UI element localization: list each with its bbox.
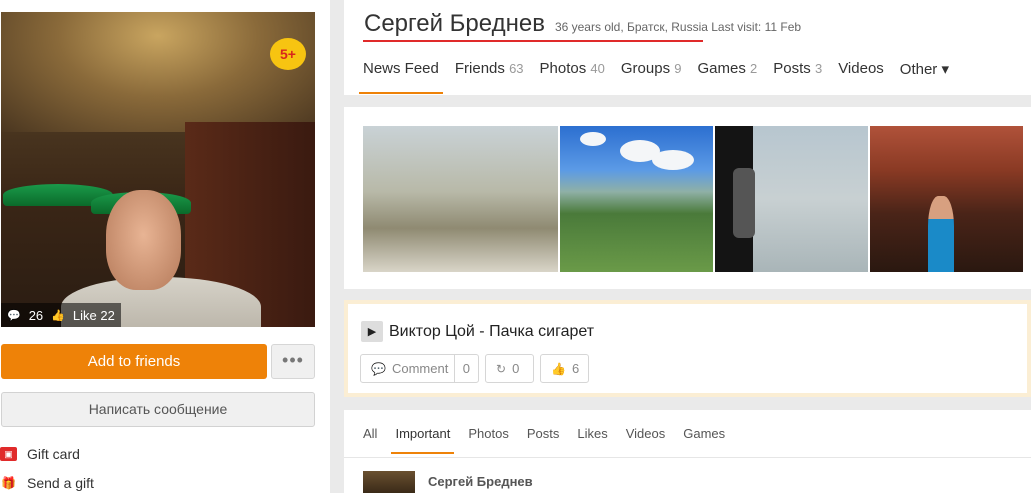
share-button[interactable]: ↻ 0 <box>485 354 534 383</box>
photos-count: 40 <box>590 61 605 76</box>
profile-tabs: News Feed Friends 63 Photos 40 Groups 9 … <box>359 60 949 94</box>
left-column: 5+ 💬 26 👍 Like 22 Add to friends ••• Нап… <box>0 0 330 493</box>
name-underline <box>363 40 703 42</box>
feed-tab-all[interactable]: All <box>363 426 377 454</box>
profile-avatar[interactable]: 5+ <box>1 12 315 327</box>
profile-header: Сергей Бреднев 36 years old, Братск, Rus… <box>344 0 1031 95</box>
feed-tab-likes[interactable]: Likes <box>577 426 607 454</box>
avatar-comments-count[interactable]: 26 <box>29 308 43 323</box>
music-status-card: ▶ Виктор Цой - Пачка сигарет 💬 Comment 0… <box>344 300 1031 397</box>
feed-section: All Important Photos Posts Likes Videos … <box>344 410 1031 493</box>
groups-count: 9 <box>674 61 682 76</box>
photo-thumbnail[interactable] <box>363 126 558 272</box>
feed-tab-photos[interactable]: Photos <box>468 426 508 454</box>
send-gift-icon: 🎁 <box>1 476 16 490</box>
feed-tab-important[interactable]: Important <box>391 426 455 454</box>
tab-videos[interactable]: Videos <box>838 60 884 94</box>
avatar-likes[interactable]: Like 22 <box>73 308 115 323</box>
like-button[interactable]: 👍 6 <box>540 354 589 383</box>
photo-thumbnail[interactable] <box>715 126 868 272</box>
photo-thumbnail[interactable] <box>870 126 1023 272</box>
profile-name[interactable]: Сергей Бреднев <box>364 10 545 38</box>
tab-posts[interactable]: Posts 3 <box>773 60 822 94</box>
comment-button[interactable]: 💬 Comment 0 <box>360 354 479 383</box>
tab-groups[interactable]: Groups 9 <box>621 60 682 94</box>
gift-card-link[interactable]: ▣ Gift card <box>0 443 80 465</box>
photos-strip <box>344 107 1031 289</box>
tab-friends[interactable]: Friends 63 <box>455 60 524 94</box>
like-count: 6 <box>571 361 580 376</box>
posts-count: 3 <box>814 61 823 76</box>
post-author-avatar[interactable] <box>363 471 415 493</box>
play-icon[interactable]: ▶ <box>361 321 383 342</box>
photo-thumbnail[interactable] <box>560 126 713 272</box>
avatar-stats: 💬 26 👍 Like 22 <box>1 303 121 327</box>
tab-news-feed[interactable]: News Feed <box>359 60 443 94</box>
age-badge: 5+ <box>270 38 306 70</box>
gift-card-icon: ▣ <box>0 447 17 461</box>
tab-games[interactable]: Games 2 <box>698 60 758 94</box>
send-gift-link[interactable]: 🎁 Send a gift <box>0 472 94 493</box>
share-icon: ↻ <box>496 361 507 376</box>
feed-tab-videos[interactable]: Videos <box>626 426 666 454</box>
share-count: 0 <box>512 361 520 376</box>
friends-count: 63 <box>509 61 524 76</box>
feed-tab-games[interactable]: Games <box>683 426 725 454</box>
profile-meta: 36 years old, Братск, Russia Last visit:… <box>554 20 802 34</box>
divider <box>344 457 1031 458</box>
tab-other[interactable]: Other ▾ <box>900 60 949 94</box>
feed-tab-posts[interactable]: Posts <box>527 426 560 454</box>
song-title[interactable]: Виктор Цой - Пачка сигарет <box>389 323 594 341</box>
post-author-name[interactable]: Сергей Бреднев <box>428 474 533 489</box>
comment-count: 0 <box>462 361 470 376</box>
gift-card-label: Gift card <box>27 446 80 462</box>
comment-icon: 💬 <box>7 309 21 322</box>
send-gift-label: Send a gift <box>27 475 94 491</box>
more-actions-button[interactable]: ••• <box>271 344 315 379</box>
games-count: 2 <box>750 61 758 76</box>
tab-photos[interactable]: Photos 40 <box>540 60 605 94</box>
send-message-button[interactable]: Написать сообщение <box>1 392 315 427</box>
add-to-friends-button[interactable]: Add to friends <box>1 344 267 379</box>
comment-icon: 💬 <box>371 361 386 376</box>
like-icon: 👍 <box>51 309 65 322</box>
like-icon: 👍 <box>551 361 566 376</box>
feed-tabs: All Important Photos Posts Likes Videos … <box>363 426 725 454</box>
